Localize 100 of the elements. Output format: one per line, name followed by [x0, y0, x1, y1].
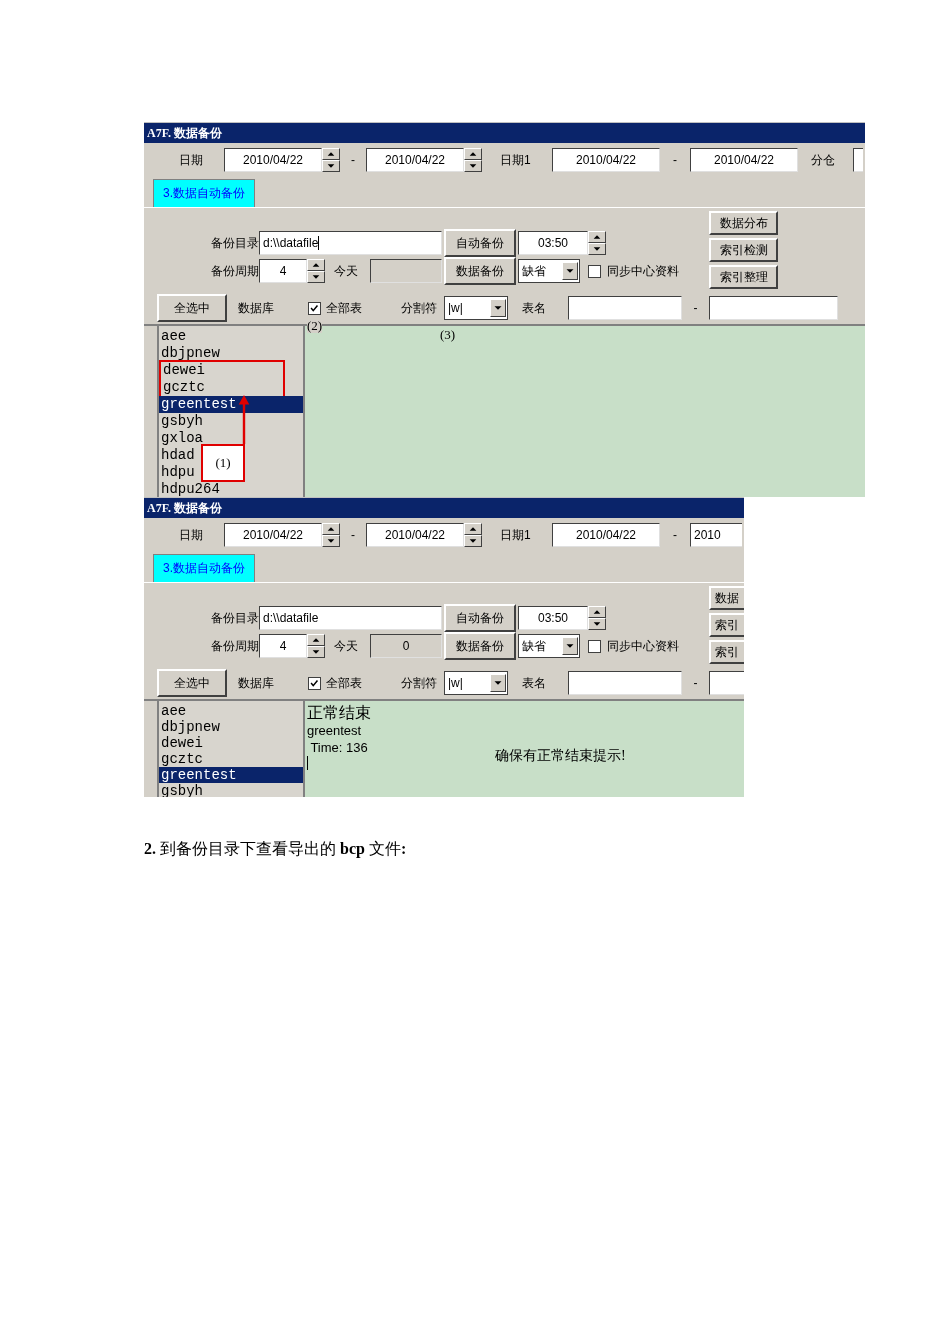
field-label: 日期1	[500, 151, 532, 169]
field-label: 数据库	[238, 674, 275, 692]
number-field[interactable]: 4	[259, 634, 307, 658]
spin-button[interactable]	[588, 231, 606, 255]
field-label: 今天	[334, 262, 359, 280]
checkbox[interactable]	[308, 301, 321, 315]
list-item[interactable]: gxloa	[159, 430, 303, 447]
input-field[interactable]	[568, 296, 682, 320]
side-button[interactable]: 索引	[709, 640, 744, 664]
side-button[interactable]: 数据	[709, 586, 744, 610]
checkbox-label: 同步中心资料	[607, 637, 679, 655]
field-label: 今天	[334, 637, 359, 655]
field-label: 数据库	[238, 299, 275, 317]
dropdown[interactable]: |w|	[444, 296, 508, 320]
callout-label: (3)	[440, 328, 456, 342]
input-field[interactable]	[709, 671, 744, 695]
date-field[interactable]: 2010/04/22	[366, 148, 464, 172]
tab[interactable]: 3.数据自动备份	[153, 554, 255, 582]
tab[interactable]: 3.数据自动备份	[153, 179, 255, 207]
spin-button[interactable]	[322, 148, 340, 172]
dropdown[interactable]: 缺省	[518, 259, 580, 283]
date-field[interactable]: 2010	[690, 523, 742, 547]
dash: -	[692, 301, 699, 315]
data-backup-button[interactable]: 数据备份	[444, 257, 516, 285]
callout-label: (2)	[307, 319, 323, 333]
output-text: Time: 136	[309, 739, 368, 756]
side-button[interactable]: 索引整理	[709, 265, 778, 289]
checkbox[interactable]	[308, 676, 321, 690]
list-item[interactable]: hdpu264	[159, 481, 303, 497]
list-item[interactable]: gsbyh	[159, 413, 303, 430]
side-button[interactable]: 索引	[709, 613, 744, 637]
spin-button[interactable]	[307, 259, 325, 283]
side-button[interactable]: 索引检测	[709, 238, 778, 262]
date-field[interactable]: 2010/04/22	[224, 523, 322, 547]
field-label: 日期1	[500, 526, 532, 544]
input-field[interactable]: d:\\datafile	[259, 231, 442, 255]
list-item[interactable]: gcztc	[159, 751, 303, 767]
input-field[interactable]	[370, 259, 442, 283]
date-field[interactable]: 2010/04/22	[366, 523, 464, 547]
date-field[interactable]: 2010/04/22	[224, 148, 322, 172]
database-list[interactable]: aee dbjpnew dewei gcztc greentest gsbyh	[157, 701, 303, 797]
dropdown[interactable]: |w|	[444, 671, 508, 695]
time-field[interactable]: 03:50	[518, 606, 588, 630]
list-item[interactable]: gsbyh	[159, 783, 303, 797]
dash: -	[672, 528, 678, 542]
field-label: 备份周期	[210, 637, 259, 655]
checkbox-label: 全部表	[326, 299, 363, 317]
spin-button[interactable]	[464, 523, 482, 547]
field-label: 备份目录	[210, 609, 259, 627]
list-item[interactable]: greentest	[159, 767, 303, 783]
input-field[interactable]: d:\\datafile	[259, 606, 442, 630]
list-item[interactable]: aee	[159, 703, 303, 719]
checkbox[interactable]	[588, 639, 601, 653]
field-label: 分割符	[401, 299, 438, 317]
dash: -	[692, 676, 699, 690]
spin-button[interactable]	[322, 523, 340, 547]
spin-button[interactable]	[307, 634, 325, 658]
date-field[interactable]: 2010/04/22	[552, 523, 660, 547]
input-field[interactable]	[709, 296, 838, 320]
note-text: 确保有正常结束提示!	[495, 747, 626, 765]
checkbox[interactable]	[588, 264, 601, 278]
auto-backup-button[interactable]: 自动备份	[444, 604, 516, 632]
field-label: 表名	[522, 674, 547, 692]
window-title: A7F. 数据备份	[144, 498, 744, 518]
arrow	[237, 394, 251, 444]
field-label: 分仓	[811, 151, 836, 169]
input-field[interactable]	[853, 148, 863, 172]
input-field[interactable]	[568, 671, 682, 695]
list-item[interactable]: dbjpnew	[159, 345, 303, 362]
dash: -	[350, 528, 356, 542]
list-item[interactable]: greentest	[159, 396, 303, 413]
auto-backup-button[interactable]: 自动备份	[444, 229, 516, 257]
date-field[interactable]: 2010/04/22	[552, 148, 660, 172]
spin-button[interactable]	[464, 148, 482, 172]
field-label: 日期	[179, 151, 204, 169]
status-text: 正常结束	[307, 703, 371, 722]
select-all-button[interactable]: 全选中	[157, 669, 227, 697]
instruction-text: 2. 到备份目录下查看导出的 bcp 文件:	[144, 839, 408, 860]
checkbox-label: 全部表	[326, 674, 363, 692]
side-button[interactable]: 数据分布	[709, 211, 778, 235]
dropdown[interactable]: 缺省	[518, 634, 580, 658]
list-item[interactable]: aee	[159, 328, 303, 345]
field-label: 备份目录	[210, 234, 259, 252]
time-field[interactable]: 03:50	[518, 231, 588, 255]
field-label: 分割符	[401, 674, 438, 692]
dash: -	[672, 153, 678, 167]
checkbox-label: 同步中心资料	[607, 262, 679, 280]
number-field[interactable]: 4	[259, 259, 307, 283]
spin-button[interactable]	[588, 606, 606, 630]
select-all-button[interactable]: 全选中	[157, 294, 227, 322]
output-text: greentest	[307, 722, 362, 739]
list-item[interactable]: dewei	[159, 735, 303, 751]
date-field[interactable]: 2010/04/22	[690, 148, 798, 172]
field-label: 备份周期	[210, 262, 259, 280]
list-item[interactable]: dewei	[161, 362, 283, 379]
list-item[interactable]: dbjpnew	[159, 719, 303, 735]
callout-label: (1)	[201, 444, 245, 482]
data-backup-button[interactable]: 数据备份	[444, 632, 516, 660]
list-item[interactable]: gcztc	[161, 379, 283, 396]
input-field[interactable]: 0	[370, 634, 442, 658]
